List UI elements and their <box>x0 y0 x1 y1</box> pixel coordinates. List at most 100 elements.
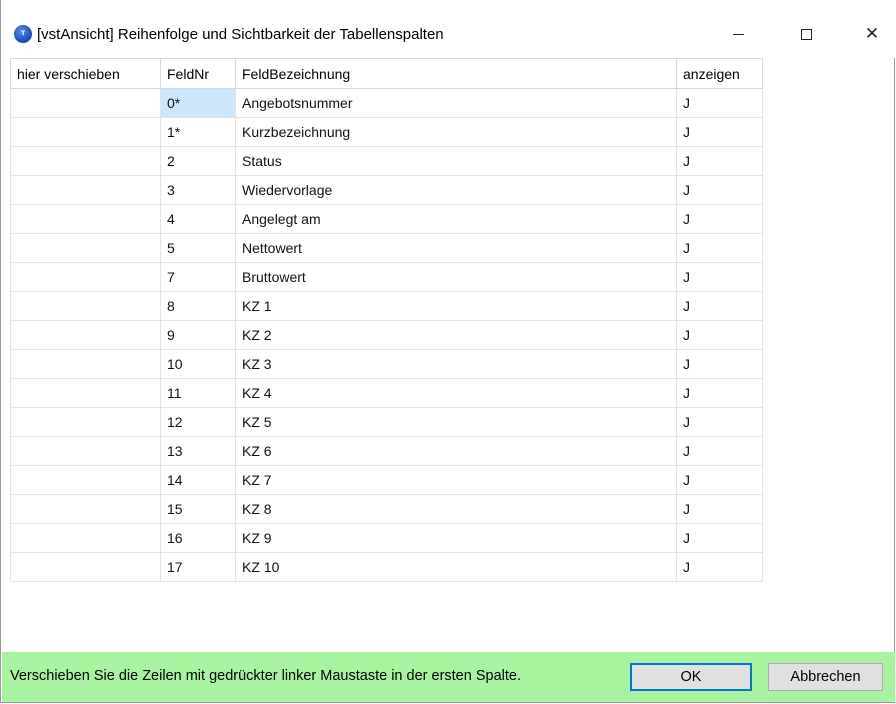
field-nr-cell[interactable]: 3 <box>160 175 236 205</box>
row-drag-handle[interactable] <box>10 436 161 466</box>
field-name-cell[interactable]: Kurzbezeichnung <box>235 117 677 147</box>
row-drag-handle[interactable] <box>10 465 161 495</box>
row-drag-handle[interactable] <box>10 349 161 379</box>
table-row[interactable]: 14 KZ 7J <box>10 465 763 495</box>
field-name-cell[interactable]: Nettowert <box>235 233 677 263</box>
field-name-cell[interactable]: KZ 9 <box>235 523 677 553</box>
show-cell[interactable]: J <box>676 465 763 495</box>
row-drag-handle[interactable] <box>10 291 161 321</box>
field-name-cell[interactable]: KZ 2 <box>235 320 677 350</box>
table-row[interactable]: 1* Kurzbezeichnung J <box>10 117 763 147</box>
row-drag-handle[interactable] <box>10 175 161 205</box>
maximize-button[interactable] <box>783 10 829 58</box>
table-row[interactable]: 8 KZ 1J <box>10 291 763 321</box>
field-name-cell[interactable]: KZ 5 <box>235 407 677 437</box>
row-drag-handle[interactable] <box>10 320 161 350</box>
header-move[interactable]: hier verschieben <box>10 58 161 89</box>
field-nr-cell[interactable]: 17 <box>160 552 236 582</box>
field-name-cell[interactable]: KZ 3 <box>235 349 677 379</box>
table-row[interactable]: 0* Angebotsnummer J <box>10 88 763 118</box>
columns-table: hier verschieben FeldNr FeldBezeichnung … <box>10 58 763 582</box>
show-cell[interactable]: J <box>676 407 763 437</box>
table-row[interactable]: 13 KZ 6J <box>10 436 763 466</box>
field-nr-cell[interactable]: 1* <box>160 117 236 147</box>
column-order-grid[interactable]: hier verschieben FeldNr FeldBezeichnung … <box>10 58 895 618</box>
table-row[interactable]: 5 Nettowert J <box>10 233 763 263</box>
show-cell[interactable]: J <box>676 436 763 466</box>
show-cell[interactable]: J <box>676 146 763 176</box>
field-name-cell[interactable]: KZ 7 <box>235 465 677 495</box>
show-cell[interactable]: J <box>676 175 763 205</box>
table-row[interactable]: 16 KZ 9J <box>10 523 763 553</box>
show-cell[interactable]: J <box>676 523 763 553</box>
close-button[interactable]: ✕ <box>849 10 895 58</box>
title-bar[interactable]: T SHK [vstAnsicht] Reihenfolge und Sicht… <box>1 0 896 58</box>
field-nr-cell[interactable]: 12 <box>160 407 236 437</box>
row-drag-handle[interactable] <box>10 117 161 147</box>
table-row[interactable]: 11 KZ 4J <box>10 378 763 408</box>
table-row[interactable]: 7 Bruttowert J <box>10 262 763 292</box>
field-name-cell[interactable]: Wiedervorlage <box>235 175 677 205</box>
field-name-cell[interactable]: KZ 4 <box>235 378 677 408</box>
field-nr-cell[interactable]: 16 <box>160 523 236 553</box>
row-drag-handle[interactable] <box>10 146 161 176</box>
show-cell[interactable]: J <box>676 320 763 350</box>
row-drag-handle[interactable] <box>10 523 161 553</box>
field-nr-cell[interactable]: 13 <box>160 436 236 466</box>
field-name-cell[interactable]: Angebotsnummer <box>235 88 677 118</box>
field-nr-cell[interactable]: 5 <box>160 233 236 263</box>
table-row[interactable]: 3 Wiedervorlage J <box>10 175 763 205</box>
header-field-nr[interactable]: FeldNr <box>160 58 236 89</box>
field-nr-cell[interactable]: 11 <box>160 378 236 408</box>
minimize-icon <box>732 33 744 35</box>
field-name-cell[interactable]: KZ 8 <box>235 494 677 524</box>
show-cell[interactable]: J <box>676 291 763 321</box>
row-drag-handle[interactable] <box>10 494 161 524</box>
field-nr-cell[interactable]: 9 <box>160 320 236 350</box>
row-drag-handle[interactable] <box>10 233 161 263</box>
field-name-cell[interactable]: KZ 10 <box>235 552 677 582</box>
show-cell[interactable]: J <box>676 233 763 263</box>
show-cell[interactable]: J <box>676 117 763 147</box>
show-cell[interactable]: J <box>676 494 763 524</box>
table-row[interactable]: 12 KZ 5J <box>10 407 763 437</box>
table-row[interactable]: 4 Angelegt am J <box>10 204 763 234</box>
table-row[interactable]: 9 KZ 2J <box>10 320 763 350</box>
field-name-cell[interactable]: KZ 6 <box>235 436 677 466</box>
field-nr-cell[interactable]: 7 <box>160 262 236 292</box>
show-cell[interactable]: J <box>676 88 763 118</box>
show-cell[interactable]: J <box>676 262 763 292</box>
show-cell[interactable]: J <box>676 552 763 582</box>
table-row[interactable]: 2 Status J <box>10 146 763 176</box>
show-cell[interactable]: J <box>676 349 763 379</box>
field-name-cell[interactable]: Angelegt am <box>235 204 677 234</box>
row-drag-handle[interactable] <box>10 204 161 234</box>
table-row[interactable]: 17 KZ 10 J <box>10 552 763 582</box>
field-nr-cell[interactable]: 15 <box>160 494 236 524</box>
footer-bar: Verschieben Sie die Zeilen mit gedrückte… <box>2 652 895 702</box>
row-drag-handle[interactable] <box>10 378 161 408</box>
field-name-cell[interactable]: KZ 1 <box>235 291 677 321</box>
row-drag-handle[interactable] <box>10 552 161 582</box>
show-cell[interactable]: J <box>676 204 763 234</box>
field-name-cell[interactable]: Status <box>235 146 677 176</box>
field-nr-cell[interactable]: 14 <box>160 465 236 495</box>
ok-button[interactable]: OK <box>630 663 752 691</box>
show-cell[interactable]: J <box>676 378 763 408</box>
field-nr-cell[interactable]: 0* <box>160 88 236 118</box>
field-name-cell[interactable]: Bruttowert <box>235 262 677 292</box>
row-drag-handle[interactable] <box>10 88 161 118</box>
maximize-icon <box>800 28 812 40</box>
table-row[interactable]: 15 KZ 8J <box>10 494 763 524</box>
field-nr-cell[interactable]: 4 <box>160 204 236 234</box>
header-show[interactable]: anzeigen <box>676 58 763 89</box>
field-nr-cell[interactable]: 8 <box>160 291 236 321</box>
field-nr-cell[interactable]: 2 <box>160 146 236 176</box>
row-drag-handle[interactable] <box>10 262 161 292</box>
field-nr-cell[interactable]: 10 <box>160 349 236 379</box>
table-row[interactable]: 10 KZ 3J <box>10 349 763 379</box>
row-drag-handle[interactable] <box>10 407 161 437</box>
cancel-button[interactable]: Abbrechen <box>768 663 883 691</box>
header-field-name[interactable]: FeldBezeichnung <box>235 58 677 89</box>
minimize-button[interactable] <box>715 10 761 58</box>
